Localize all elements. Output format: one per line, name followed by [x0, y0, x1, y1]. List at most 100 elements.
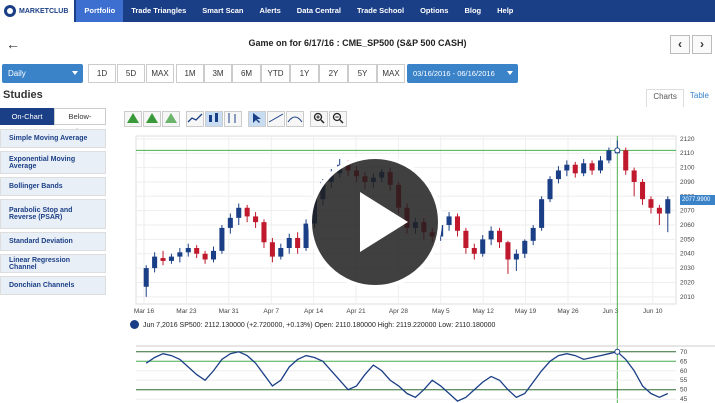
candle-body — [253, 216, 259, 223]
candle-body — [623, 150, 629, 171]
range-button-1y[interactable]: 1Y — [290, 64, 319, 83]
nav-item-blog[interactable]: Blog — [456, 0, 489, 22]
study-item[interactable]: Exponential Moving Average — [0, 151, 106, 174]
nav-item-options[interactable]: Options — [412, 0, 456, 22]
x-tick-label: Apr 14 — [304, 308, 324, 315]
next-chevron-icon[interactable]: › — [692, 35, 712, 54]
candle-body — [488, 230, 494, 240]
y-tick-label: 2040 — [680, 251, 695, 258]
candle-body — [278, 248, 284, 257]
nav-item-alerts[interactable]: Alerts — [252, 0, 289, 22]
date-range-select[interactable]: 03/16/2016 - 06/16/2016 — [407, 64, 518, 83]
candle-chart-icon[interactable] — [205, 111, 223, 127]
y-tick-label: 2050 — [680, 236, 695, 243]
range-button-5d[interactable]: 5D — [117, 64, 145, 83]
tab-charts[interactable]: Charts — [646, 89, 684, 107]
tab-below-chart[interactable]: Below-Chart — [54, 108, 106, 136]
range-button-max[interactable]: MAX — [377, 64, 405, 83]
legend-icon — [130, 320, 139, 329]
candle-body — [564, 164, 570, 171]
studies-heading: Studies — [3, 89, 43, 101]
range-button-ytd[interactable]: YTD — [261, 64, 290, 83]
interval-select[interactable]: Daily — [2, 64, 83, 83]
nav-item-smart-scan[interactable]: Smart Scan — [194, 0, 251, 22]
candle-body — [210, 250, 217, 260]
range-button-6m[interactable]: 6M — [232, 64, 261, 83]
prev-chevron-icon[interactable]: ‹ — [670, 35, 690, 54]
y-tick-label: 2060 — [680, 222, 695, 229]
tab-table[interactable]: Table — [684, 89, 715, 107]
study-item[interactable]: Standard Deviation — [0, 232, 106, 251]
range-button-5y[interactable]: 5Y — [348, 64, 377, 83]
bar-chart-icon[interactable] — [224, 111, 242, 127]
weekly-triangle-icon[interactable] — [162, 111, 180, 127]
candle-body — [656, 207, 662, 214]
title-bar: ← Game on for 6/17/16 : CME_SP500 (S&P 5… — [0, 32, 715, 58]
candle-body — [572, 164, 578, 174]
candle-body — [261, 222, 267, 243]
play-button[interactable] — [308, 155, 442, 289]
study-item[interactable]: Bollinger Bands — [0, 177, 106, 196]
caret-down-icon — [507, 71, 513, 75]
candle-body — [539, 199, 545, 228]
legend-text: Jun 7,2016 SP500: 2112.130000 (+2.720000… — [142, 322, 496, 329]
page-title: Game on for 6/17/16 : CME_SP500 (S&P 500… — [248, 38, 467, 48]
monthly-triangle-icon[interactable] — [143, 111, 161, 127]
range-button-1d[interactable]: 1D — [88, 64, 116, 83]
osc-tick-label: 50 — [680, 387, 688, 394]
line-chart-icon[interactable] — [186, 111, 204, 127]
marketclub-logo[interactable]: MARKETCLUB — [0, 0, 75, 22]
buy-triangle-icon[interactable] — [124, 111, 142, 127]
study-item[interactable]: Parabolic Stop and Reverse (PSAR) — [0, 199, 106, 229]
candle-body — [631, 170, 637, 182]
candle-body — [555, 170, 561, 180]
fibonacci-icon[interactable] — [286, 111, 304, 127]
x-tick-label: Apr 7 — [263, 308, 279, 315]
study-item[interactable]: Donchian Channels — [0, 276, 106, 295]
nav-item-trade-school[interactable]: Trade School — [349, 0, 412, 22]
candle-body — [513, 253, 519, 260]
candle-body — [597, 160, 604, 171]
tab-on-chart[interactable]: On-Chart — [0, 108, 54, 125]
x-tick-label: May 26 — [557, 308, 579, 315]
study-item[interactable]: Linear Regression Channel — [0, 254, 106, 273]
zoom-in-icon[interactable] — [310, 111, 328, 127]
caret-down-icon — [72, 71, 78, 75]
nav-item-trade-triangles[interactable]: Trade Triangles — [123, 0, 194, 22]
osc-tick-label: 70 — [680, 349, 688, 356]
y-tick-label: 2010 — [680, 294, 695, 301]
y-tick-label: 2070 — [680, 208, 695, 215]
candle-body — [236, 207, 242, 218]
trendline-icon[interactable] — [267, 111, 285, 127]
candle-body — [185, 248, 191, 253]
y-tick-label: 2110 — [680, 150, 694, 157]
studies-tabs: On-Chart Below-Chart — [0, 108, 106, 136]
zoom-out-icon[interactable] — [329, 111, 347, 127]
x-tick-label: Mar 31 — [219, 308, 240, 315]
range-button-3m[interactable]: 3M — [204, 64, 232, 83]
nav-item-help[interactable]: Help — [489, 0, 521, 22]
candle-body — [648, 199, 654, 208]
range-button-2y[interactable]: 2Y — [319, 64, 348, 83]
candle-body — [640, 181, 646, 200]
studies-list: Simple Moving Average Exponential Moving … — [0, 129, 106, 298]
logo-text: MARKETCLUB — [19, 7, 69, 15]
candle-body — [547, 179, 553, 200]
osc-tick-label: 60 — [680, 368, 688, 375]
candle-body — [177, 252, 183, 257]
candle-body — [194, 248, 200, 254]
nav-item-portfolio[interactable]: Portfolio — [76, 0, 124, 22]
price-legend: Jun 7,2016 SP500: 2112.130000 (+2.720000… — [130, 320, 495, 329]
nav-item-data-central[interactable]: Data Central — [289, 0, 349, 22]
study-item[interactable]: Simple Moving Average — [0, 129, 106, 148]
pointer-icon[interactable] — [248, 111, 266, 127]
candle-body — [480, 239, 486, 254]
range-button-max[interactable]: MAX — [146, 64, 174, 83]
candle-body — [505, 242, 511, 260]
candle-body — [202, 253, 208, 260]
x-tick-label: May 5 — [432, 308, 450, 315]
candle-body — [168, 256, 174, 261]
y-tick-label: 2020 — [680, 279, 695, 286]
range-button-1m[interactable]: 1M — [176, 64, 204, 83]
x-tick-label: Jun 3 — [602, 308, 618, 315]
